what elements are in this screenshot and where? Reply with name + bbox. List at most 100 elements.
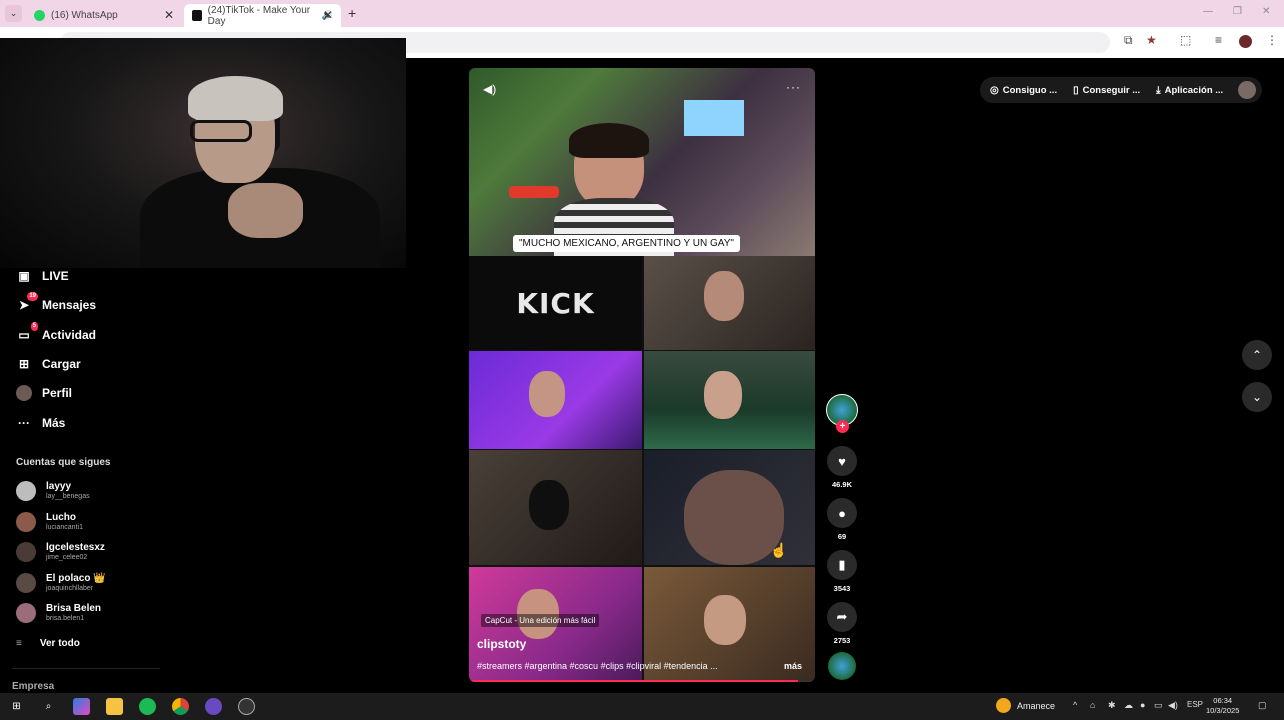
language-indicator[interactable]: ESP bbox=[1187, 700, 1203, 709]
monitor bbox=[684, 100, 744, 136]
bluetooth-icon[interactable]: ✱ bbox=[1108, 700, 1116, 711]
spotify-icon[interactable] bbox=[139, 698, 156, 715]
hand-cursor-icon: ☝ bbox=[770, 542, 788, 558]
get-app-button[interactable]: ▯ Conseguir ... bbox=[1073, 85, 1140, 96]
close-icon[interactable]: ✕ bbox=[164, 8, 174, 22]
webcam-overlay bbox=[0, 38, 406, 268]
nav-upload[interactable]: ⊞ Cargar bbox=[16, 356, 81, 372]
kick-logo-cell: KICK bbox=[469, 256, 642, 350]
see-all-link[interactable]: ≡ Ver todo bbox=[16, 638, 80, 649]
video-cell-4 bbox=[644, 351, 815, 449]
video-progress[interactable] bbox=[469, 680, 815, 682]
tab-tiktok[interactable]: (24)TikTok - Make Your Day 🔊 ✕ bbox=[184, 4, 341, 27]
like-action[interactable]: ♥ 46.9K bbox=[826, 446, 858, 489]
nav-more[interactable]: ··· Más bbox=[16, 415, 65, 431]
followed-account[interactable]: lgcelestesxz jime_celee02 bbox=[16, 542, 105, 562]
save-action[interactable]: ▮ 3543 bbox=[826, 550, 858, 593]
weather-widget[interactable]: Amanece bbox=[996, 698, 1055, 713]
more-options-icon[interactable]: ··· bbox=[786, 80, 801, 94]
download-app-button[interactable]: ⤓ Aplicación ... bbox=[1156, 85, 1223, 96]
chevron-up-icon[interactable]: ⌃ bbox=[1242, 340, 1272, 370]
account-name: Brisa Belen bbox=[46, 603, 102, 614]
coins-button[interactable]: ◎ Consiguo ... bbox=[990, 85, 1057, 96]
volume-icon[interactable]: ◀) bbox=[483, 82, 496, 96]
network-icon[interactable]: ⌂ bbox=[1090, 700, 1095, 710]
volume-icon[interactable]: ◀) bbox=[1168, 700, 1178, 711]
weather-label: Amanece bbox=[1017, 700, 1056, 711]
tab-title: (24)TikTok - Make Your Day bbox=[207, 4, 311, 27]
chrome-icon[interactable] bbox=[172, 698, 189, 715]
clock[interactable]: 06:34 10/3/2025 bbox=[1206, 696, 1239, 716]
music-disc[interactable] bbox=[828, 652, 856, 680]
streamer-hair bbox=[188, 76, 283, 121]
video-author[interactable]: clipstoty bbox=[477, 637, 526, 651]
nav-profile[interactable]: Perfil bbox=[16, 385, 72, 401]
followed-account[interactable]: layyy lay__benegas bbox=[16, 481, 90, 501]
nav-activity[interactable]: ▭ 5 Actividad bbox=[16, 322, 96, 343]
capcut-tag[interactable]: CapCut - Una edición más fácil bbox=[481, 614, 600, 627]
video-player[interactable]: "MUCHO MEXICANO, ARGENTINO Y UN GAY" KIC… bbox=[469, 68, 815, 682]
copilot-icon[interactable] bbox=[73, 698, 90, 715]
video-cell-3 bbox=[469, 351, 642, 449]
video-cell-5 bbox=[469, 450, 642, 565]
account-name: layyy bbox=[46, 481, 72, 492]
see-all-label: Ver todo bbox=[39, 638, 80, 649]
search-icon[interactable]: ⌕ bbox=[40, 698, 57, 715]
share-action[interactable]: ➦ 2753 bbox=[826, 602, 858, 645]
menu-icon[interactable]: ⋮ bbox=[1266, 33, 1278, 47]
account-username: luciancanti1 bbox=[46, 524, 83, 531]
company-link[interactable]: Empresa bbox=[12, 681, 54, 692]
nav-live[interactable]: ▣ LIVE bbox=[16, 268, 69, 284]
tab-title: (16) WhatsApp bbox=[51, 10, 118, 21]
nav-label: LIVE bbox=[42, 269, 69, 283]
bookmark-icon[interactable]: ▮ bbox=[827, 550, 857, 580]
maximize-button[interactable]: ❐ bbox=[1233, 6, 1242, 17]
account-username: brisa.belen1 bbox=[46, 615, 85, 622]
user-avatar[interactable] bbox=[1238, 81, 1256, 99]
chevron-up-icon[interactable]: ^ bbox=[1073, 700, 1077, 710]
followed-account[interactable]: Lucho luciancanti1 bbox=[16, 512, 83, 532]
share-count: 2753 bbox=[833, 636, 851, 645]
close-icon[interactable]: ✕ bbox=[323, 8, 333, 22]
bookmark-star-icon[interactable]: ★ bbox=[1146, 33, 1157, 47]
heart-icon[interactable]: ♥ bbox=[827, 446, 857, 476]
extensions-icon[interactable]: ⬚ bbox=[1180, 33, 1191, 47]
microphone bbox=[509, 186, 559, 198]
see-more-link[interactable]: más bbox=[784, 661, 802, 671]
notifications-icon[interactable]: ▢ bbox=[1258, 700, 1267, 711]
nav-label: Mensajes bbox=[42, 298, 97, 312]
coin-icon: ◎ bbox=[990, 84, 999, 96]
comment-icon[interactable]: ● bbox=[827, 498, 857, 528]
tab-whatsapp[interactable]: (16) WhatsApp ✕ bbox=[26, 4, 182, 27]
new-tab-button[interactable]: + bbox=[348, 5, 356, 21]
media-icon[interactable]: ≡ bbox=[1215, 33, 1222, 47]
whatsapp-icon bbox=[34, 10, 45, 21]
minimize-button[interactable]: — bbox=[1203, 6, 1213, 17]
share-icon[interactable]: ➦ bbox=[827, 602, 857, 632]
obs-icon[interactable] bbox=[238, 698, 255, 715]
chevron-down-icon[interactable]: ⌄ bbox=[1242, 382, 1272, 412]
tab-search-button[interactable]: ⌄ bbox=[5, 5, 22, 22]
nav-messages[interactable]: ➤ 19 Mensajes bbox=[16, 292, 97, 313]
discord-icon[interactable] bbox=[205, 698, 222, 715]
account-name: lgcelestesxz bbox=[46, 542, 105, 553]
followed-account[interactable]: Brisa Belen brisa.belen1 bbox=[16, 603, 101, 623]
follow-plus-icon[interactable]: + bbox=[836, 420, 849, 433]
divider bbox=[12, 668, 160, 669]
display-icon[interactable]: ▭ bbox=[1154, 700, 1163, 711]
mic-icon[interactable]: ● bbox=[1140, 700, 1145, 710]
profile-avatar[interactable] bbox=[1239, 35, 1252, 48]
install-icon[interactable]: ⧉ bbox=[1124, 33, 1133, 48]
windows-start-icon[interactable]: ⊞ bbox=[8, 698, 25, 715]
clock-date: 10/3/2025 bbox=[1206, 706, 1240, 715]
following-title: Cuentas que sigues bbox=[16, 457, 111, 468]
account-username: jime_celee02 bbox=[46, 554, 88, 561]
file-explorer-icon[interactable] bbox=[106, 698, 123, 715]
streamer-face bbox=[704, 371, 742, 419]
video-cell-6 bbox=[644, 450, 815, 565]
cloud-icon[interactable]: ☁ bbox=[1124, 700, 1133, 711]
followed-account[interactable]: El polaco 👑 joaquinchllaber bbox=[16, 573, 106, 593]
avatar bbox=[16, 573, 36, 593]
comment-action[interactable]: ● 69 bbox=[826, 498, 858, 541]
close-window-button[interactable]: ✕ bbox=[1262, 6, 1270, 17]
